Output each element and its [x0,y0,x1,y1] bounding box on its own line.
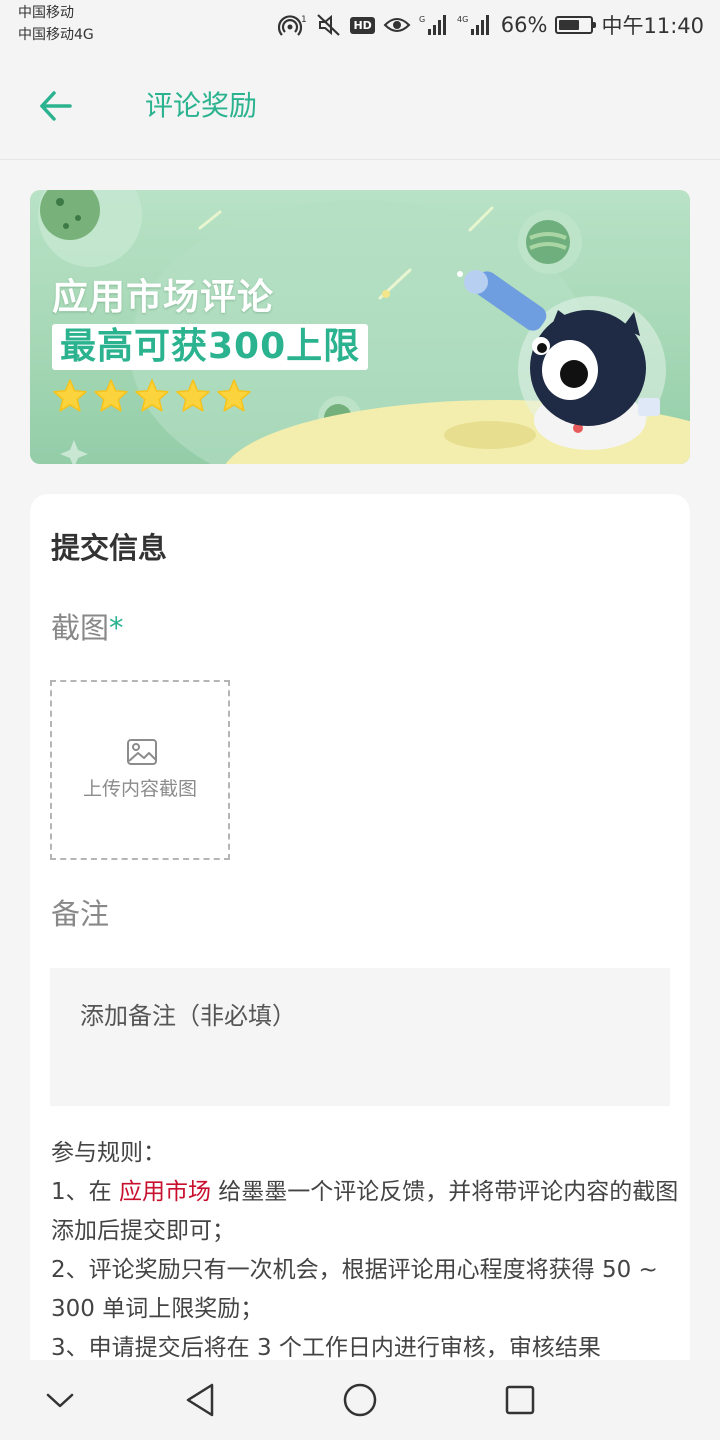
nav-hide-button[interactable] [34,1374,86,1426]
battery-icon [555,16,597,34]
nav-home-button[interactable] [334,1374,386,1426]
signal-4g-icon: 4G [457,15,489,35]
star-icon [176,379,210,412]
remark-input[interactable] [50,968,670,1106]
page-title: 评论奖励 [145,89,258,122]
banner-headline: 应用市场评论 [52,277,275,318]
star-icon [135,379,169,412]
svg-text:4G: 4G [457,15,468,24]
rules-text: 参与规则： 1、在 应用市场 给墨墨一个评论反馈，并将带评论内容的截图添加后提交… [51,1134,681,1368]
status-icons: 1 HD G 4G 66% 中午11:40 [278,10,704,40]
remark-label: 备注 [51,897,110,931]
hd-badge: HD [350,16,375,34]
eye-icon [383,18,411,32]
screenshot-label: 截图* [51,608,124,648]
battery-fill [559,20,580,30]
nav-recents-button[interactable] [494,1374,546,1426]
submit-info-card: 提交信息 截图* 上传内容截图 备注 参与规则： 1、在 应用市场 给墨墨一个评… [30,494,690,1394]
image-icon [127,739,157,765]
rating-stars [52,378,252,414]
rule-item-1: 1、在 应用市场 给墨墨一个评论反馈，并将带评论内容的截图添加后提交即可； [51,1173,681,1251]
home-circle-icon [343,1383,377,1417]
rule-1-prefix: 1、在 [51,1179,119,1205]
app-market-link[interactable]: 应用市场 [119,1179,211,1205]
nav-back-button[interactable] [174,1374,226,1426]
screenshot-label-text: 截图 [51,611,110,645]
upload-screenshot-button[interactable]: 上传内容截图 [50,680,230,860]
status-bar: 中国移动 中国移动4G 1 HD G 4G 66% 中午11:40 [0,0,720,52]
system-nav-bar [0,1360,720,1440]
carrier-name-2: 中国移动4G [18,27,94,43]
upload-label: 上传内容截图 [82,778,197,800]
star-icon [94,379,128,412]
mute-icon [317,14,341,36]
star-icon [217,379,251,412]
chevron-down-icon [46,1393,74,1408]
back-triangle-icon [186,1383,214,1417]
star-icon [53,379,87,412]
promo-banner[interactable]: 应用市场评论 最高可获300上限 [30,190,690,464]
svg-text:1: 1 [301,15,307,25]
signal-icon: G [419,15,446,35]
rule-item-2: 2、评论奖励只有一次机会，根据评论用心程度将获得 50 ~ 300 单词上限奖励… [51,1257,658,1322]
battery-percent: 66% [500,13,548,37]
recents-square-icon [505,1385,535,1415]
banner-subheadline: 最高可获300上限 [52,324,369,370]
required-mark: * [109,611,124,645]
carrier-name-1: 中国移动 [18,5,74,21]
clock: 中午11:40 [601,14,704,38]
hotspot-icon: 1 [278,15,307,36]
rules-title: 参与规则： [51,1140,166,1166]
arrow-left-icon[interactable] [36,86,76,126]
app-bar: 评论奖励 [0,52,720,160]
svg-text:G: G [419,15,425,24]
section-title: 提交信息 [51,531,168,565]
